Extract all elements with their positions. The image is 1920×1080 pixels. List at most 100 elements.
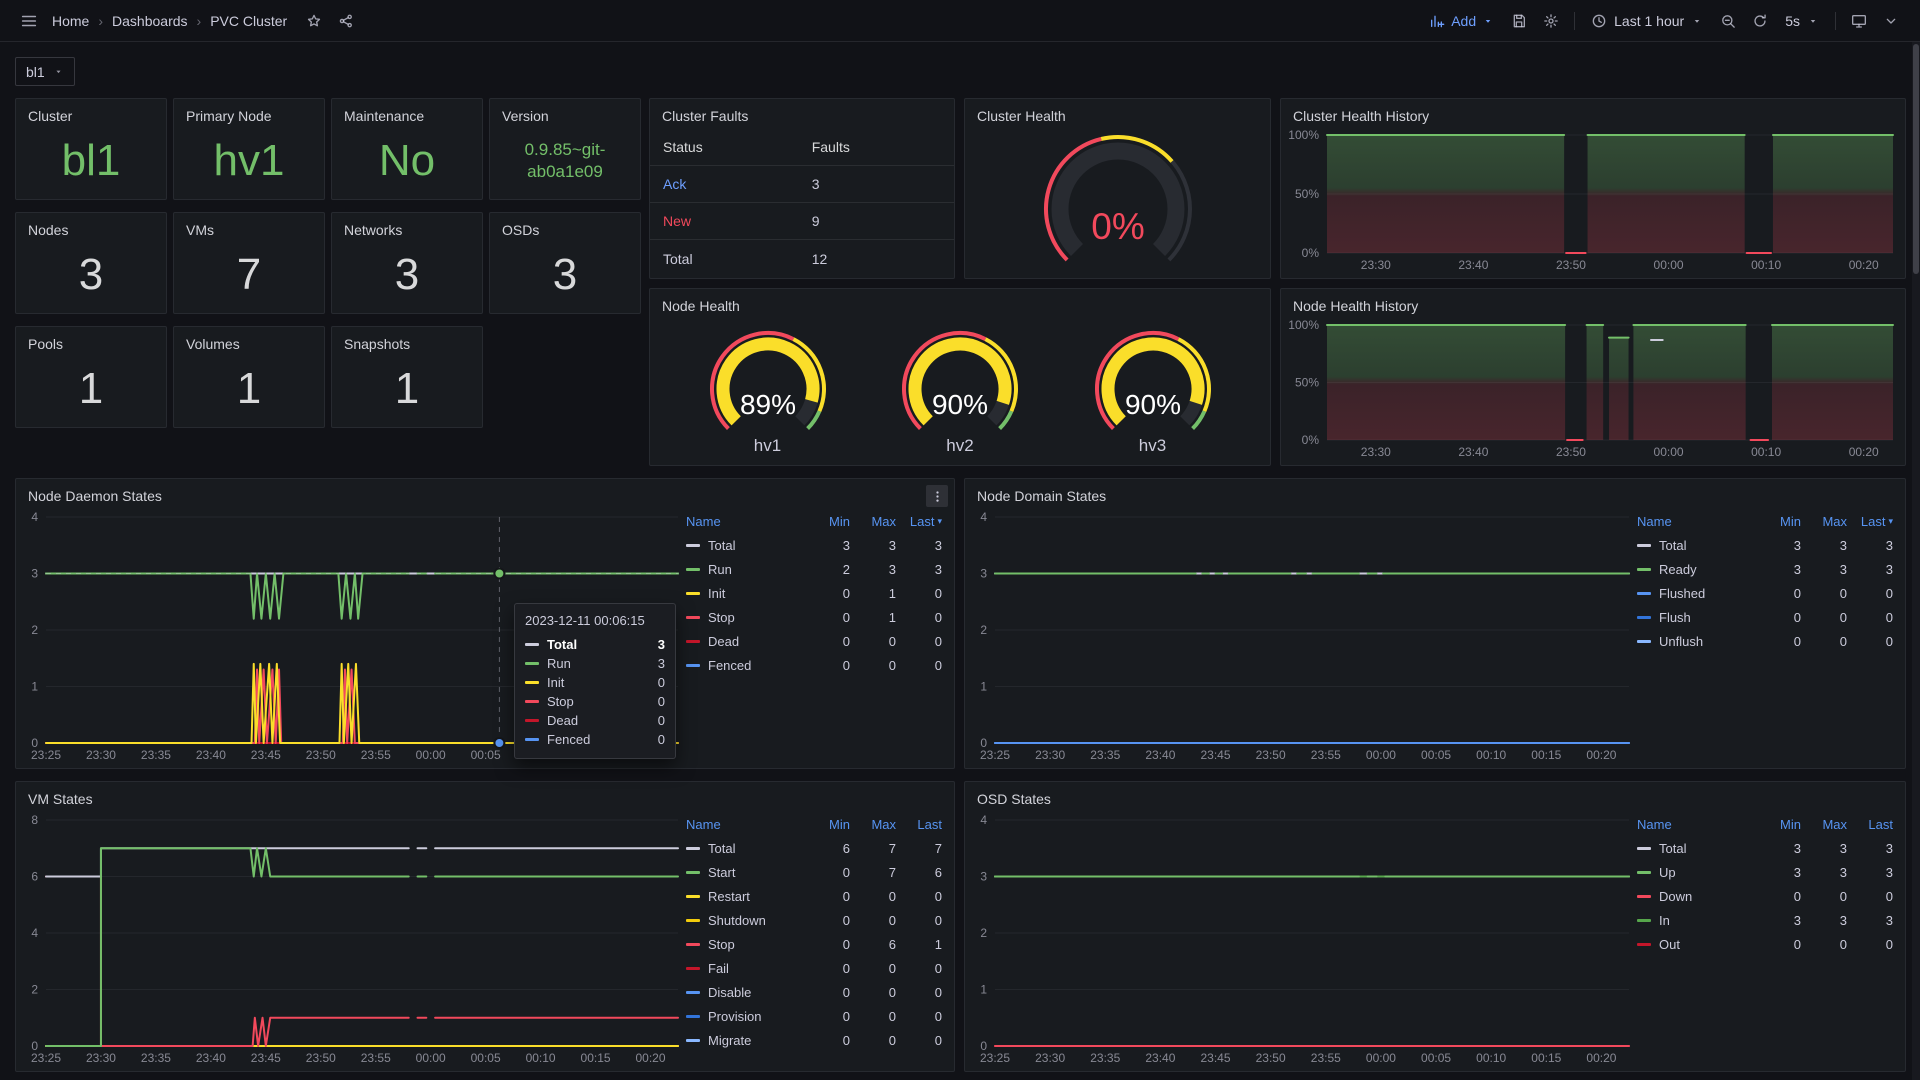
- refresh-interval-dropdown[interactable]: 5s: [1777, 6, 1827, 36]
- refresh-button[interactable]: [1745, 6, 1775, 36]
- panel-title: VM States: [16, 782, 954, 810]
- legend-col-last[interactable]: Last: [1847, 817, 1893, 832]
- legend-item-unflush[interactable]: Unflush000: [1637, 629, 1893, 653]
- panel-title: Node Domain States: [965, 479, 1905, 507]
- node-health-history-chart[interactable]: 0%50%100%23:3023:4023:5000:0000:1000:20: [1285, 317, 1899, 460]
- node-health-gauge-hv3: 90%hv3: [1068, 326, 1238, 456]
- legend-item-fail[interactable]: Fail000: [686, 956, 942, 980]
- panel-stat-snapshots: Snapshots1: [331, 326, 483, 428]
- legend-col-last[interactable]: Last: [896, 817, 942, 832]
- series-color-swatch: [525, 738, 539, 741]
- gauge-label: hv2: [946, 436, 973, 456]
- zoom-out-button[interactable]: [1713, 6, 1743, 36]
- legend-item-start[interactable]: Start076: [686, 860, 942, 884]
- svg-text:2: 2: [980, 926, 987, 940]
- svg-text:4: 4: [980, 813, 987, 827]
- panel-menu-button[interactable]: [926, 485, 948, 507]
- svg-text:00:10: 00:10: [1751, 445, 1781, 459]
- legend-item-out[interactable]: Out000: [1637, 932, 1893, 956]
- legend-header: NameMinMaxLast: [1637, 812, 1893, 836]
- legend-col-max[interactable]: Max: [850, 514, 896, 529]
- legend-item-disable[interactable]: Disable000: [686, 980, 942, 1004]
- svg-text:23:40: 23:40: [196, 748, 226, 762]
- tooltip-row-stop: Stop0: [525, 692, 665, 711]
- menu-button[interactable]: [14, 6, 44, 36]
- osd-states-legend: NameMinMaxLastTotal333Up333Down000In333O…: [1637, 812, 1893, 956]
- legend-col-max[interactable]: Max: [1801, 817, 1847, 832]
- legend-col-last[interactable]: Last▾: [896, 514, 942, 529]
- legend-item-flushed[interactable]: Flushed000: [1637, 581, 1893, 605]
- legend-col-max[interactable]: Max: [1801, 514, 1847, 529]
- breadcrumb-item[interactable]: Home: [52, 13, 89, 29]
- legend-item-shutdown[interactable]: Shutdown000: [686, 908, 942, 932]
- legend-col-min[interactable]: Min: [804, 817, 850, 832]
- share-button[interactable]: [331, 6, 361, 36]
- svg-text:4: 4: [980, 510, 987, 524]
- svg-text:1: 1: [31, 680, 38, 694]
- osd-states-chart[interactable]: 0123423:2523:3023:3523:4023:4523:5023:55…: [969, 812, 1635, 1066]
- cluster-health-history-chart[interactable]: 0%50%100%23:3023:4023:5000:0000:1000:20: [1285, 127, 1899, 273]
- svg-text:00:00: 00:00: [416, 748, 446, 762]
- legend-col-max[interactable]: Max: [850, 817, 896, 832]
- add-button[interactable]: Add: [1421, 6, 1502, 36]
- legend-item-ready[interactable]: Ready333: [1637, 557, 1893, 581]
- svg-text:00:10: 00:10: [1476, 748, 1506, 762]
- legend-item-total[interactable]: Total677: [686, 836, 942, 860]
- time-range-label: Last 1 hour: [1614, 13, 1684, 29]
- dashboard-settings-button[interactable]: [1536, 6, 1566, 36]
- panel-stat-volumes: Volumes1: [173, 326, 325, 428]
- panel-title: Pools: [16, 327, 166, 355]
- caret-down-icon: [53, 66, 64, 77]
- svg-text:00:05: 00:05: [471, 748, 501, 762]
- legend-col-min[interactable]: Min: [1755, 817, 1801, 832]
- legend-item-in[interactable]: In333: [1637, 908, 1893, 932]
- series-color-swatch: [525, 681, 539, 684]
- legend-item-run[interactable]: Run233: [686, 557, 942, 581]
- panel-cluster-health: Cluster Health 0%: [964, 98, 1271, 279]
- breadcrumb-item[interactable]: Dashboards: [112, 13, 188, 29]
- vm-states-chart[interactable]: 0246823:2523:3023:3523:4023:4523:5023:55…: [20, 812, 684, 1066]
- legend-col-min[interactable]: Min: [1755, 514, 1801, 529]
- svg-text:23:25: 23:25: [980, 1051, 1010, 1065]
- legend-item-dead[interactable]: Dead000: [686, 629, 942, 653]
- legend-item-stop[interactable]: Stop061: [686, 932, 942, 956]
- legend-item-down[interactable]: Down000: [1637, 884, 1893, 908]
- series-color-swatch: [686, 967, 700, 970]
- panel-stat-networks: Networks3: [331, 212, 483, 314]
- chart-tooltip: 2023-12-11 00:06:15 Total3Run3Init0Stop0…: [514, 603, 676, 759]
- svg-text:23:45: 23:45: [251, 1051, 281, 1065]
- legend-item-migrate[interactable]: Migrate000: [686, 1028, 942, 1052]
- series-color-swatch: [1637, 919, 1651, 922]
- refresh-icon: [1752, 13, 1768, 29]
- save-dashboard-button[interactable]: [1504, 6, 1534, 36]
- node-health-gauge-hv1: 89%hv1: [683, 326, 853, 456]
- time-range-picker[interactable]: Last 1 hour: [1583, 6, 1711, 36]
- svg-text:90%: 90%: [932, 389, 988, 420]
- favorite-button[interactable]: [299, 6, 329, 36]
- legend-item-up[interactable]: Up333: [1637, 860, 1893, 884]
- tv-mode-button[interactable]: [1844, 6, 1874, 36]
- variable-dropdown[interactable]: bl1: [15, 57, 75, 86]
- legend-item-fenced[interactable]: Fenced000: [686, 653, 942, 677]
- svg-text:23:45: 23:45: [1201, 748, 1231, 762]
- legend-item-total[interactable]: Total333: [1637, 836, 1893, 860]
- panel-stat-vms: VMs7: [173, 212, 325, 314]
- legend-item-provision[interactable]: Provision000: [686, 1004, 942, 1028]
- cluster-health-gauge: 0%: [965, 127, 1270, 276]
- legend-item-restart[interactable]: Restart000: [686, 884, 942, 908]
- svg-text:23:55: 23:55: [361, 1051, 391, 1065]
- legend-item-flush[interactable]: Flush000: [1637, 605, 1893, 629]
- legend-col-last[interactable]: Last▾: [1847, 514, 1893, 529]
- breadcrumb-item[interactable]: PVC Cluster: [210, 13, 287, 29]
- svg-text:23:50: 23:50: [1556, 258, 1586, 272]
- svg-text:23:50: 23:50: [1256, 1051, 1286, 1065]
- legend-item-init[interactable]: Init010: [686, 581, 942, 605]
- legend-item-total[interactable]: Total333: [1637, 533, 1893, 557]
- scrollbar-thumb[interactable]: [1913, 44, 1919, 274]
- legend-item-stop[interactable]: Stop010: [686, 605, 942, 629]
- legend-item-total[interactable]: Total333: [686, 533, 942, 557]
- nav-collapse-button[interactable]: [1876, 6, 1906, 36]
- node-domain-states-chart[interactable]: 0123423:2523:3023:3523:4023:4523:5023:55…: [969, 509, 1635, 763]
- svg-text:00:20: 00:20: [1849, 445, 1879, 459]
- legend-col-min[interactable]: Min: [804, 514, 850, 529]
